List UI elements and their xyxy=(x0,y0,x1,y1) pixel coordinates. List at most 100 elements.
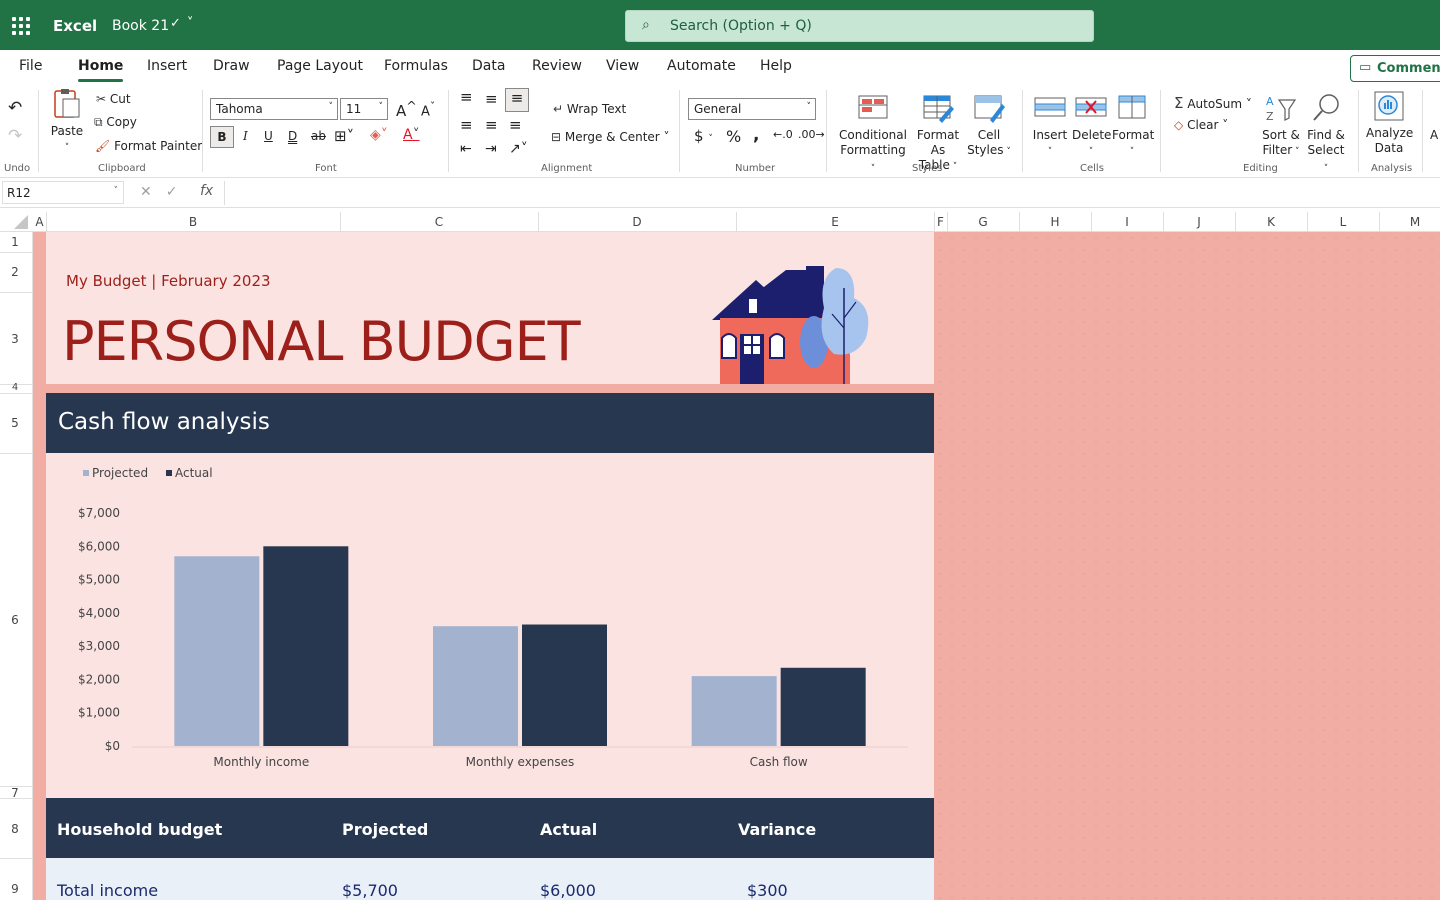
wrap-text-button[interactable]: ↵ Wrap Text xyxy=(553,102,626,116)
tab-data[interactable]: Data xyxy=(472,58,505,74)
bold-button[interactable]: B xyxy=(210,126,234,148)
bar-actual-1[interactable] xyxy=(522,624,607,746)
column-header[interactable]: J xyxy=(1163,215,1235,229)
column-header[interactable]: C xyxy=(340,215,538,229)
table-header-projected[interactable]: Projected xyxy=(342,820,428,839)
column-header[interactable]: L xyxy=(1307,215,1379,229)
double-underline-button[interactable]: D xyxy=(288,129,297,143)
clear-button[interactable]: ◇ Clear ˅ xyxy=(1174,118,1228,132)
grow-font-icon[interactable]: A^ xyxy=(396,98,417,120)
find-select-button[interactable]: Find & Select ˅ xyxy=(1304,92,1348,177)
comma-style-icon[interactable]: , xyxy=(753,125,759,145)
bar-projected-2[interactable] xyxy=(691,676,777,746)
column-header[interactable]: G xyxy=(947,215,1019,229)
underline-button[interactable]: U xyxy=(264,129,273,143)
tab-page-layout[interactable]: Page Layout xyxy=(277,58,363,74)
column-header[interactable]: H xyxy=(1019,215,1091,229)
bar-actual-2[interactable] xyxy=(780,667,866,746)
format-painter-button[interactable]: 🖌 Format Painter xyxy=(95,139,202,153)
font-color-icon[interactable]: A˅ xyxy=(403,127,420,143)
column-header[interactable]: A xyxy=(33,215,46,229)
paste-button[interactable]: Paste ˅ xyxy=(48,88,86,156)
analyze-data-button[interactable]: Analyze Data xyxy=(1366,90,1413,156)
align-right-icon[interactable]: ≡ xyxy=(509,116,522,134)
ribbon-overflow-button[interactable]: A xyxy=(1430,128,1438,142)
italic-button[interactable]: I xyxy=(243,129,248,143)
bar-actual-0[interactable] xyxy=(263,546,349,746)
cash-flow-header[interactable]: Cash flow analysis xyxy=(46,393,934,453)
number-format-select[interactable]: General ˅ xyxy=(688,98,816,120)
cash-flow-chart[interactable]: Projected Actual $0 $1,000 $2,000 $3,000 $4,… xyxy=(46,453,934,798)
column-header[interactable]: I xyxy=(1091,215,1163,229)
format-cells-button[interactable]: Format ˅ xyxy=(1112,92,1154,160)
table-header-household[interactable]: Household budget xyxy=(57,820,222,839)
align-center-icon[interactable]: ≡ xyxy=(485,116,498,134)
bar-projected-1[interactable] xyxy=(433,626,518,746)
align-top-icon[interactable]: ≡ xyxy=(460,88,473,106)
column-header[interactable]: D xyxy=(538,215,736,229)
autosum-button[interactable]: Σ AutoSum ˅ xyxy=(1174,94,1252,112)
tab-view[interactable]: View xyxy=(606,58,639,74)
percent-icon[interactable]: % xyxy=(726,127,741,146)
fill-color-icon[interactable]: ◈˅ xyxy=(370,127,388,143)
total-income-variance[interactable]: $300 xyxy=(747,881,788,900)
undo-icon[interactable]: ↶ xyxy=(8,98,22,118)
row-header[interactable]: 9 xyxy=(0,882,30,896)
table-header-actual[interactable]: Actual xyxy=(540,820,597,839)
column-header[interactable]: M xyxy=(1379,215,1440,229)
select-all-button[interactable] xyxy=(14,215,28,229)
row-header[interactable]: 2 xyxy=(0,265,30,279)
name-box[interactable]: R12 ˅ xyxy=(2,181,124,204)
total-income-label[interactable]: Total income xyxy=(57,881,158,900)
row-header[interactable]: 5 xyxy=(0,416,30,430)
merge-center-button[interactable]: ⊟ Merge & Center ˅ xyxy=(551,130,670,144)
column-header[interactable]: F xyxy=(934,215,947,229)
insert-cells-button[interactable]: Insert ˅ xyxy=(1032,92,1068,160)
copy-button[interactable]: ⧉ Copy xyxy=(94,115,137,130)
cut-button[interactable]: ✂ Cut xyxy=(96,92,131,106)
increase-decimal-icon[interactable]: ←.0 xyxy=(773,128,793,141)
budget-subtitle[interactable]: My Budget | February 2023 xyxy=(66,272,271,290)
redo-icon[interactable]: ↷ xyxy=(8,126,22,146)
app-name[interactable]: Excel xyxy=(53,17,97,35)
tab-file[interactable]: File xyxy=(19,58,42,74)
tab-review[interactable]: Review xyxy=(532,58,582,74)
tab-automate[interactable]: Automate xyxy=(667,58,736,74)
shrink-font-icon[interactable]: Aˇ xyxy=(421,100,435,119)
saved-status-icon[interactable]: ✓˅ xyxy=(170,16,199,31)
total-income-projected[interactable]: $5,700 xyxy=(342,881,398,900)
row-header[interactable]: 1 xyxy=(0,235,30,249)
sort-filter-button[interactable]: AZ Sort & Filter ˅ xyxy=(1260,92,1302,160)
bar-projected-0[interactable] xyxy=(174,556,260,746)
formula-input[interactable] xyxy=(224,181,1440,205)
currency-icon[interactable]: $ ˅ xyxy=(694,127,713,145)
font-name-select[interactable]: Tahoma ˅ xyxy=(210,98,338,120)
font-size-select[interactable]: 11 ˅ xyxy=(340,98,388,120)
decrease-decimal-icon[interactable]: .00→ xyxy=(798,128,825,141)
row-header[interactable]: 4 xyxy=(0,382,30,393)
strikethrough-button[interactable]: ab xyxy=(311,129,326,143)
table-header-variance[interactable]: Variance xyxy=(738,820,816,839)
search-box[interactable]: ⌕ Search (Option + Q) xyxy=(625,10,1094,42)
orientation-icon[interactable]: ↗˅ xyxy=(509,141,528,157)
conditional-formatting-button[interactable]: Conditional Formatting ˅ xyxy=(838,92,908,177)
tab-home[interactable]: Home xyxy=(78,58,124,82)
column-header[interactable]: K xyxy=(1235,215,1307,229)
worksheet-grid[interactable]: My Budget | February 2023 PERSONAL BUDGE… xyxy=(33,232,1440,900)
tab-insert[interactable]: Insert xyxy=(147,58,187,74)
tab-draw[interactable]: Draw xyxy=(213,58,250,74)
insert-function-button[interactable]: fx xyxy=(200,183,213,199)
align-middle-icon[interactable]: ≡ xyxy=(485,90,498,108)
increase-indent-icon[interactable]: ⇥ xyxy=(485,141,497,157)
column-header[interactable]: B xyxy=(46,215,340,229)
row-header[interactable]: 3 xyxy=(0,332,30,346)
borders-icon[interactable]: ⊞˅ xyxy=(334,127,354,145)
formula-cancel-confirm-icons[interactable]: ✕✓ xyxy=(140,184,191,200)
tab-formulas[interactable]: Formulas xyxy=(384,58,448,74)
column-header[interactable]: E xyxy=(736,215,934,229)
tab-help[interactable]: Help xyxy=(760,58,792,74)
row-header[interactable]: 8 xyxy=(0,822,30,836)
total-income-actual[interactable]: $6,000 xyxy=(540,881,596,900)
cell-styles-button[interactable]: Cell Styles ˅ xyxy=(966,92,1012,160)
delete-cells-button[interactable]: Delete ˅ xyxy=(1072,92,1111,160)
